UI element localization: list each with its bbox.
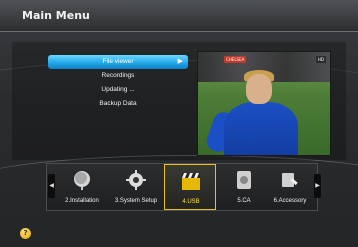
main-menu-window: Main Menu File viewer ▶ Recordings Updat… [0, 0, 358, 247]
tile-installation[interactable]: 2.Installation [56, 164, 108, 210]
menu-item-label: File viewer [102, 58, 134, 65]
menu-item-label: Updating ... [101, 86, 135, 93]
menu-item-backup-data[interactable]: Backup Data [48, 97, 188, 111]
gear-icon [126, 170, 146, 190]
tile-label: 6.Accessory [273, 198, 307, 204]
title-bar: Main Menu [0, 0, 358, 32]
clapperboard-icon [182, 173, 200, 190]
player-body [224, 102, 298, 155]
menu-item-label: Recordings [101, 72, 135, 79]
tile-system-setup[interactable]: 3.System Setup [110, 164, 162, 210]
card-icon [237, 171, 251, 189]
submenu: File viewer ▶ Recordings Updating ... Ba… [48, 51, 188, 131]
player-head [246, 74, 272, 104]
page-title: Main Menu [22, 9, 90, 22]
menu-item-file-viewer[interactable]: File viewer ▶ [48, 55, 188, 69]
strip-left-arrow[interactable]: ◀ [48, 174, 55, 198]
score-badge: CHELSEA [224, 56, 247, 63]
help-icon[interactable]: ? [20, 228, 31, 239]
tile-accessory[interactable]: 6.Accessory [264, 164, 316, 210]
channel-badge: HD [315, 56, 326, 63]
tile-usb[interactable]: 4.USB [164, 164, 216, 210]
satellite-dish-icon [74, 171, 90, 190]
tools-icon [282, 173, 298, 187]
menu-item-label: Backup Data [99, 100, 137, 107]
video-preview: CHELSEA HD [197, 51, 331, 156]
chevron-right-icon: ▶ [177, 58, 183, 65]
menu-item-recordings[interactable]: Recordings [48, 69, 188, 83]
menu-item-updating[interactable]: Updating ... [48, 83, 188, 97]
